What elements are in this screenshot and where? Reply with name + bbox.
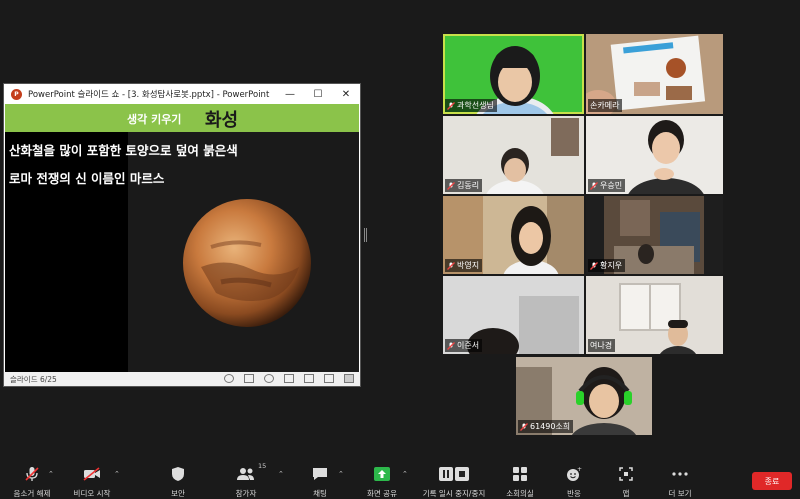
participants-label: 참가자 (235, 489, 257, 498)
ppt-window-title: PowerPoint 슬라이드 쇼 - [3. 화성탐사로봇.pptx] - P… (28, 90, 270, 100)
record-label: 기록 일시 중지/중지 (422, 489, 486, 498)
participant-name: 황지우 (600, 261, 623, 270)
end-meeting-button[interactable]: 종료 (752, 472, 792, 490)
mars-planet-image (183, 199, 311, 327)
share-screen-label: 화면 공유 (367, 489, 397, 498)
svg-text:+: + (577, 466, 582, 473)
participant-name-tag: 김동리 (445, 179, 483, 192)
participant-name-tag: 황지우 (588, 259, 626, 272)
slide-text-line-2: 로마 전쟁의 신 이름인 마르스 (9, 171, 165, 186)
slideshow-view-icon[interactable] (344, 374, 354, 383)
maximize-button[interactable]: ☐ (304, 84, 332, 104)
participants-icon (237, 468, 254, 480)
participant-name: 61490소희 (530, 422, 571, 431)
powerpoint-logo-icon: P (11, 88, 22, 100)
breakout-rooms-button[interactable]: 소회의실 (490, 466, 550, 499)
pause-stop-recording-button[interactable]: 기록 일시 중지/중지 (422, 466, 486, 499)
apps-icon (619, 467, 633, 481)
participant-name-tag: 우승민 (588, 179, 626, 192)
share-options-caret-icon[interactable]: ⌃ (402, 470, 408, 478)
muted-mic-icon (447, 341, 455, 350)
participant-name-tag: 박영지 (445, 259, 483, 272)
muted-mic-icon (590, 181, 598, 190)
participant-name-tag: 손카메라 (588, 99, 623, 112)
meeting-toolbar: 음소거 해제 ⌃ 비디오 시작 ⌃ 보안 참가자 15 ⌃ 채팅 ⌃ 화면 공유… (0, 458, 800, 499)
muted-mic-icon (447, 261, 455, 270)
more-label: 더 보기 (668, 489, 692, 498)
minimize-button[interactable]: — (276, 84, 304, 104)
more-button[interactable]: 더 보기 (650, 466, 710, 499)
slide-sorter-icon[interactable] (304, 374, 314, 383)
muted-mic-icon (590, 261, 598, 270)
apps-button[interactable]: 앱 (596, 466, 656, 499)
participants-button[interactable]: 참가자 (216, 466, 276, 499)
ppt-title-bar: P PowerPoint 슬라이드 쇼 - [3. 화성탐사로봇.pptx] -… (4, 84, 360, 104)
participant-name-tag: 이준서 (445, 339, 483, 352)
video-off-icon (83, 467, 100, 481)
participants-options-caret-icon[interactable]: ⌃ (278, 470, 284, 478)
slide-subheading: 생각 키우기 (127, 113, 182, 126)
participant-name-tag: 과학선생님 (445, 99, 497, 112)
video-tile-student[interactable]: 여나경 (586, 276, 723, 354)
close-button[interactable]: ✕ (332, 84, 360, 104)
participant-name: 손카메라 (590, 101, 620, 110)
participant-name: 박영지 (457, 261, 480, 270)
video-tile-student[interactable]: 우승민 (586, 116, 723, 194)
reactions-button[interactable]: + 반응 (544, 466, 604, 499)
breakout-rooms-label: 소회의실 (506, 489, 534, 498)
video-tile-student[interactable]: 김동리 (443, 116, 584, 194)
audio-options-caret-icon[interactable]: ⌃ (48, 470, 54, 478)
video-tile-student[interactable]: 박영지 (443, 196, 584, 274)
emoji-reaction-icon: + (567, 466, 582, 481)
unmute-label: 음소거 해제 (13, 489, 51, 498)
participant-name: 김동리 (457, 181, 480, 190)
chat-options-caret-icon[interactable]: ⌃ (338, 470, 344, 478)
slide-menu-icon[interactable] (244, 374, 254, 383)
security-label: 보안 (171, 489, 185, 498)
participant-name-tag: 61490소희 (518, 420, 574, 433)
start-video-label: 비디오 시작 (73, 489, 111, 498)
video-tile-student[interactable]: 61490소희 (516, 357, 652, 435)
next-slide-icon[interactable] (264, 374, 274, 383)
muted-mic-icon (447, 101, 455, 110)
video-tile-student[interactable]: 이준서 (443, 276, 584, 354)
pause-stop-recording-icon (439, 467, 469, 481)
breakout-rooms-icon (513, 467, 527, 481)
mic-muted-icon (25, 467, 39, 481)
share-screen-icon (374, 467, 390, 481)
start-video-button[interactable]: 비디오 시작 (62, 466, 122, 499)
security-button[interactable]: 보안 (148, 466, 208, 499)
video-options-caret-icon[interactable]: ⌃ (114, 470, 120, 478)
video-tile-teacher[interactable]: 과학선생님 (443, 34, 584, 114)
participant-name-tag: 여나경 (588, 339, 616, 352)
normal-view-icon[interactable] (284, 374, 294, 383)
reading-view-icon[interactable] (324, 374, 334, 383)
video-tile-student[interactable]: 황지우 (586, 196, 723, 274)
participant-name: 여나경 (590, 341, 613, 350)
muted-mic-icon (520, 422, 528, 431)
slide-canvas[interactable]: 생각 키우기 화성 산화철을 많이 포함한 토양으로 덮여 붉은색 로마 전쟁의… (5, 104, 359, 372)
reactions-label: 반응 (567, 489, 581, 498)
slide-text-line-1: 산화철을 많이 포함한 토양으로 덮여 붉은색 (9, 143, 238, 158)
ppt-status-bar: 슬라이드 6/25 (4, 372, 360, 386)
participant-name: 과학선생님 (457, 101, 494, 110)
slide-heading: 화성 (205, 110, 239, 131)
participants-count-badge: 15 (258, 462, 267, 470)
slide-header-band: 생각 키우기 화성 (5, 104, 359, 132)
participant-name: 이준서 (457, 341, 480, 350)
panel-splitter-handle[interactable] (364, 228, 367, 242)
participant-name: 우승민 (600, 181, 623, 190)
slide-counter: 슬라이드 6/25 (10, 374, 57, 384)
chat-icon (313, 468, 327, 480)
chat-label: 채팅 (313, 489, 327, 498)
muted-mic-icon (447, 181, 455, 190)
more-dots-icon (672, 472, 688, 476)
powerpoint-window: P PowerPoint 슬라이드 쇼 - [3. 화성탐사로봇.pptx] -… (4, 84, 360, 386)
apps-label: 앱 (622, 489, 630, 498)
prev-slide-icon[interactable] (224, 374, 234, 383)
shield-icon (172, 467, 184, 481)
video-tile-hand-camera[interactable]: 손카메라 (586, 34, 723, 114)
